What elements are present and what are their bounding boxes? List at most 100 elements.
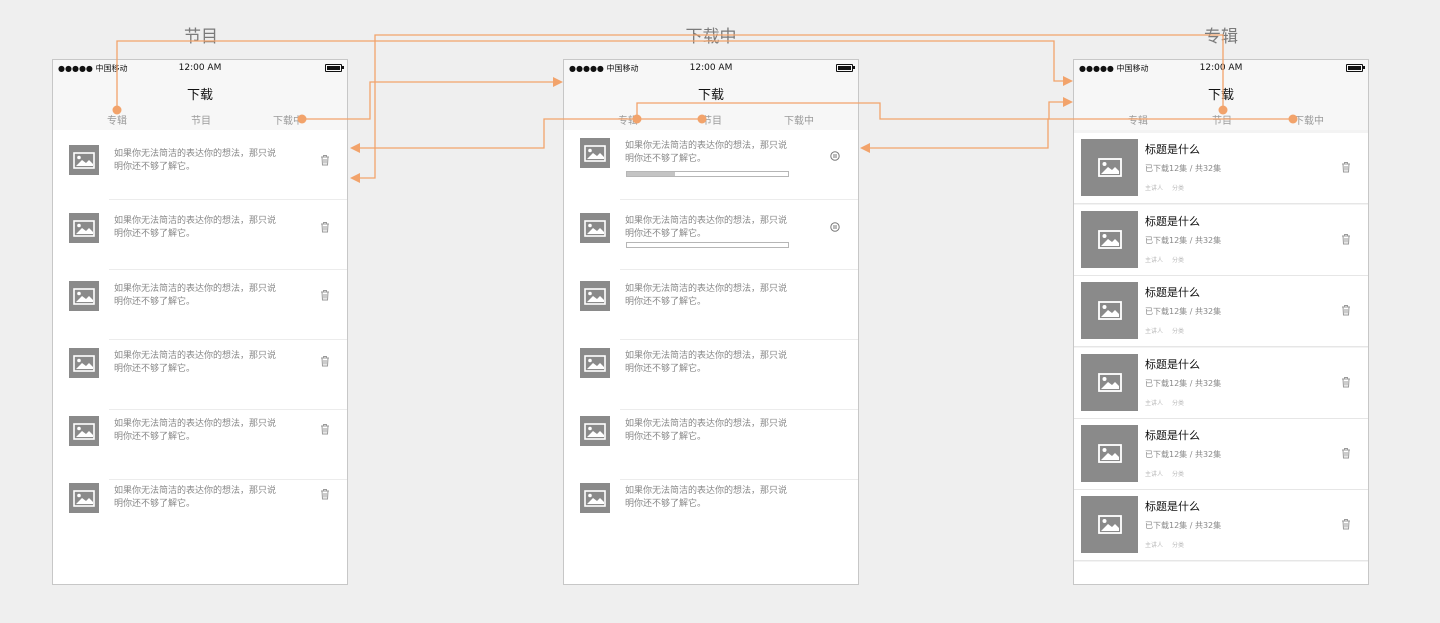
- screen-title-downloading: 下载中: [685, 27, 737, 47]
- album-title: 标题是什么: [1145, 215, 1200, 228]
- status-time: 12:00 AM: [689, 63, 733, 73]
- album-speaker: 主讲人: [1145, 471, 1164, 478]
- album-meta: 主讲人 分类: [1145, 540, 1193, 549]
- item-description: 如果你无法简洁的表达你的想法，那只说明你还不够了解它。: [114, 284, 277, 307]
- pause-icon[interactable]: [830, 222, 840, 232]
- album-download-count: 已下载12集 / 共32集: [1145, 450, 1222, 459]
- album-download-count: 已下载12集 / 共32集: [1145, 164, 1222, 173]
- album-meta: 主讲人 分类: [1145, 255, 1193, 264]
- album-item[interactable]: 标题是什么 已下载12集 / 共32集 主讲人 分类: [1074, 133, 1368, 204]
- album-speaker: 主讲人: [1145, 542, 1164, 549]
- image-placeholder-icon: [580, 281, 610, 311]
- album-item[interactable]: 标题是什么 已下载12集 / 共32集 主讲人 分类: [1074, 419, 1368, 490]
- album-speaker: 主讲人: [1145, 328, 1164, 335]
- tab-programs[interactable]: 节目: [1212, 112, 1232, 127]
- album-meta: 主讲人 分类: [1145, 398, 1193, 407]
- battery-icon: [325, 64, 344, 72]
- list-item[interactable]: 如果你无法简洁的表达你的想法，那只说明你还不够了解它。: [564, 270, 858, 340]
- page-title: 下载: [1207, 88, 1234, 103]
- tab-albums[interactable]: 专辑: [107, 112, 127, 127]
- album-list: 标题是什么 已下载12集 / 共32集 主讲人 分类 标题是什么 已下载12集 /…: [1074, 130, 1368, 584]
- album-category: 分类: [1172, 542, 1185, 549]
- album-item[interactable]: 标题是什么 已下载12集 / 共32集 主讲人 分类: [1074, 490, 1368, 561]
- tab-programs[interactable]: 节目: [191, 112, 211, 127]
- album-title: 标题是什么: [1145, 286, 1200, 299]
- image-placeholder-icon: [1081, 139, 1138, 196]
- nav-bar: 下载 专辑 节目 下载中: [564, 78, 858, 130]
- download-progress-bar: [626, 171, 789, 177]
- album-item[interactable]: 标题是什么 已下载12集 / 共32集 主讲人 分类: [1074, 205, 1368, 276]
- image-placeholder-icon: [1081, 211, 1138, 268]
- album-category: 分类: [1172, 400, 1185, 407]
- album-item[interactable]: 标题是什么 已下载12集 / 共32集 主讲人 分类: [1074, 276, 1368, 347]
- list-item[interactable]: 如果你无法简洁的表达你的想法，那只说明你还不够了解它。: [564, 130, 858, 200]
- trash-icon[interactable]: [1340, 233, 1352, 245]
- tab-downloading[interactable]: 下载中: [273, 112, 303, 127]
- trash-icon[interactable]: [1340, 376, 1352, 388]
- list-item[interactable]: 如果你无法简洁的表达你的想法，那只说明你还不够了解它。: [53, 130, 347, 200]
- divider: [1074, 560, 1368, 561]
- page-title: 下载: [697, 88, 724, 103]
- trash-icon[interactable]: [1340, 447, 1352, 459]
- list-item[interactable]: 如果你无法简洁的表达你的想法，那只说明你还不够了解它。: [53, 340, 347, 410]
- trash-icon[interactable]: [319, 221, 331, 233]
- image-placeholder-icon: [69, 483, 99, 513]
- trash-icon[interactable]: [1340, 304, 1352, 316]
- download-progress-bar: [626, 242, 789, 248]
- item-description: 如果你无法简洁的表达你的想法，那只说明你还不够了解它。: [625, 284, 788, 307]
- image-placeholder-icon: [69, 416, 99, 446]
- list-item[interactable]: 如果你无法简洁的表达你的想法，那只说明你还不够了解它。: [564, 340, 858, 410]
- trash-icon[interactable]: [319, 488, 331, 500]
- list-item[interactable]: 如果你无法简洁的表达你的想法，那只说明你还不够了解它。: [564, 480, 858, 550]
- trash-icon[interactable]: [319, 289, 331, 301]
- image-placeholder-icon: [580, 138, 610, 168]
- status-time: 12:00 AM: [1199, 63, 1243, 73]
- tab-programs[interactable]: 节目: [702, 112, 722, 127]
- image-placeholder-icon: [1081, 425, 1138, 482]
- album-speaker: 主讲人: [1145, 257, 1164, 264]
- status-bar: ●●●●● 中国移动 12:00 AM: [1074, 60, 1368, 78]
- item-description: 如果你无法简洁的表达你的想法，那只说明你还不够了解它。: [114, 149, 277, 172]
- image-placeholder-icon: [69, 348, 99, 378]
- album-title: 标题是什么: [1145, 143, 1200, 156]
- item-description: 如果你无法简洁的表达你的想法，那只说明你还不够了解它。: [114, 486, 277, 509]
- phone-albums: ●●●●● 中国移动 12:00 AM 下载 专辑 节目 下载中 标题是什么 已…: [1073, 59, 1369, 585]
- tab-albums[interactable]: 专辑: [618, 112, 638, 127]
- battery-icon: [1346, 64, 1365, 72]
- list-item[interactable]: 如果你无法简洁的表达你的想法，那只说明你还不够了解它。: [564, 200, 858, 270]
- list-item[interactable]: 如果你无法简洁的表达你的想法，那只说明你还不够了解它。: [53, 480, 347, 550]
- pause-icon[interactable]: [830, 151, 840, 161]
- trash-icon[interactable]: [319, 154, 331, 166]
- tab-downloading[interactable]: 下载中: [784, 112, 814, 127]
- album-speaker: 主讲人: [1145, 185, 1164, 192]
- divider: [1074, 346, 1368, 347]
- item-description: 如果你无法简洁的表达你的想法，那只说明你还不够了解它。: [114, 351, 277, 374]
- album-item[interactable]: 标题是什么 已下载12集 / 共32集 主讲人 分类: [1074, 348, 1368, 419]
- item-description: 如果你无法简洁的表达你的想法，那只说明你还不够了解它。: [625, 419, 788, 442]
- screen-title-albums: 专辑: [1204, 27, 1238, 47]
- divider: [1074, 203, 1368, 204]
- list-item[interactable]: 如果你无法简洁的表达你的想法，那只说明你还不够了解它。: [53, 270, 347, 340]
- list-item[interactable]: 如果你无法简洁的表达你的想法，那只说明你还不够了解它。: [53, 200, 347, 270]
- image-placeholder-icon: [1081, 354, 1138, 411]
- album-meta: 主讲人 分类: [1145, 469, 1193, 478]
- album-category: 分类: [1172, 257, 1185, 264]
- nav-bar: 下载 专辑 节目 下载中: [1074, 78, 1368, 130]
- album-category: 分类: [1172, 471, 1185, 478]
- list-item[interactable]: 如果你无法简洁的表达你的想法，那只说明你还不够了解它。: [53, 410, 347, 480]
- tab-downloading[interactable]: 下载中: [1294, 112, 1324, 127]
- list-item[interactable]: 如果你无法简洁的表达你的想法，那只说明你还不够了解它。: [564, 410, 858, 480]
- album-speaker: 主讲人: [1145, 400, 1164, 407]
- image-placeholder-icon: [580, 213, 610, 243]
- status-time: 12:00 AM: [178, 63, 222, 73]
- trash-icon[interactable]: [319, 423, 331, 435]
- item-description: 如果你无法简洁的表达你的想法，那只说明你还不够了解它。: [625, 486, 788, 509]
- tab-albums[interactable]: 专辑: [1128, 112, 1148, 127]
- trash-icon[interactable]: [319, 355, 331, 367]
- album-download-count: 已下载12集 / 共32集: [1145, 236, 1222, 245]
- trash-icon[interactable]: [1340, 161, 1352, 173]
- trash-icon[interactable]: [1340, 518, 1352, 530]
- page-title: 下载: [186, 88, 213, 103]
- image-placeholder-icon: [69, 281, 99, 311]
- image-placeholder-icon: [580, 348, 610, 378]
